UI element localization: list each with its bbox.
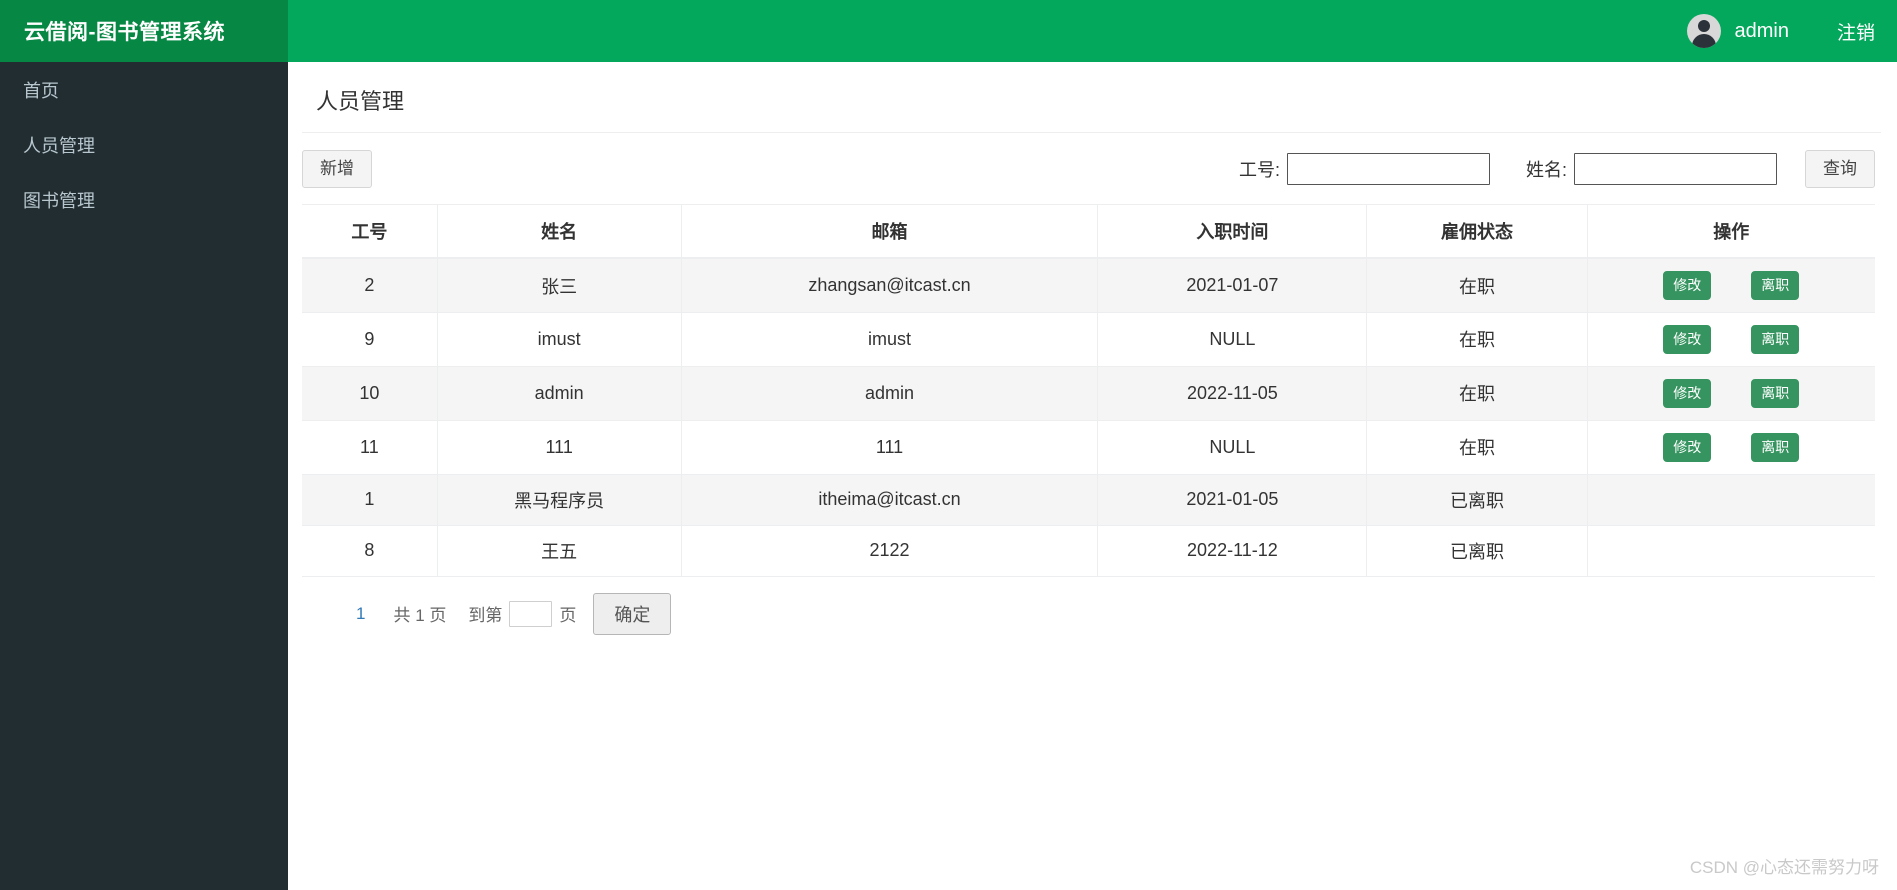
cell-status: 在职: [1366, 366, 1588, 421]
goto-suffix-label: 页: [559, 606, 577, 626]
cell-email: admin: [681, 366, 1099, 421]
cell-operations: 修改 离职: [1587, 312, 1875, 367]
cell-name: 王五: [437, 525, 682, 577]
logout-link[interactable]: 注销: [1837, 18, 1875, 45]
cell-email: imust: [681, 312, 1099, 367]
page-header: 人员管理: [302, 84, 1881, 133]
sidebar-item-label: 图书管理: [23, 190, 95, 211]
brand-title: 云借阅-图书管理系统: [24, 21, 225, 44]
sidebar-nav: 首页 人员管理 图书管理: [0, 62, 288, 890]
table-row: 11 111 111 NULL 在职 修改 离职: [302, 420, 1875, 475]
cell-name: 黑马程序员: [437, 474, 682, 526]
row-action-group: 修改 离职: [1594, 324, 1869, 354]
cell-name: admin: [437, 366, 682, 421]
add-button[interactable]: 新增: [302, 150, 372, 189]
table-body: 2 张三 zhangsan@itcast.cn 2021-01-07 在职 修改 离职 9 im…: [302, 258, 1875, 577]
cell-hire-date: 2022-11-05: [1097, 366, 1368, 421]
main-content: 人员管理 新增 工号: 姓名: 查询 工号 姓名 邮箱 入职时间 雇佣状态 操作…: [288, 62, 1897, 890]
sidebar-item-personnel[interactable]: 人员管理: [0, 117, 288, 172]
watermark-text: CSDN @心态还需努力呀: [1689, 858, 1879, 877]
table-row: 1 黑马程序员 itheima@itcast.cn 2021-01-05 已离职: [302, 474, 1875, 526]
toolbar: 新增 工号: 姓名: 查询: [288, 133, 1897, 189]
column-header-name: 姓名: [437, 204, 682, 260]
table-row: 9 imust imust NULL 在职 修改 离职: [302, 312, 1875, 367]
edit-button[interactable]: 修改: [1663, 324, 1712, 354]
goto-page-input[interactable]: [509, 600, 553, 627]
employee-id-input[interactable]: [1286, 153, 1490, 186]
edit-button[interactable]: 修改: [1663, 378, 1712, 408]
cell-hire-date: NULL: [1097, 312, 1368, 367]
cell-operations: 修改 离职: [1587, 420, 1875, 475]
column-header-operations: 操作: [1587, 204, 1875, 260]
sidebar-item-home[interactable]: 首页: [0, 62, 288, 117]
cell-employee-id: 1: [302, 474, 438, 526]
avatar-icon[interactable]: [1686, 14, 1721, 48]
table-row: 10 admin admin 2022-11-05 在职 修改 离职: [302, 366, 1875, 421]
cell-hire-date: 2021-01-05: [1097, 474, 1368, 526]
table-head: 工号 姓名 邮箱 入职时间 雇佣状态 操作: [302, 204, 1875, 260]
cell-hire-date: 2022-11-12: [1097, 525, 1368, 577]
cell-status: 已离职: [1366, 525, 1588, 577]
cell-email: itheima@itcast.cn: [681, 474, 1099, 526]
sidebar-item-books[interactable]: 图书管理: [0, 172, 288, 227]
name-input[interactable]: [1574, 153, 1777, 186]
edit-button[interactable]: 修改: [1663, 432, 1712, 462]
table-row: 2 张三 zhangsan@itcast.cn 2021-01-07 在职 修改 离职: [302, 258, 1875, 313]
goto-prefix-label: 到第: [468, 606, 503, 626]
cell-name: 111: [437, 420, 682, 475]
brand-logo-area[interactable]: 云借阅-图书管理系统: [0, 0, 288, 62]
sidebar-item-label: 人员管理: [23, 135, 95, 156]
cell-email: 2122: [681, 525, 1099, 577]
cell-operations: 修改 离职: [1587, 366, 1875, 421]
sidebar-item-label: 首页: [23, 80, 59, 101]
cell-status: 在职: [1366, 312, 1588, 367]
resign-button[interactable]: 离职: [1751, 324, 1800, 354]
confirm-page-button[interactable]: 确定: [593, 592, 672, 635]
cell-employee-id: 9: [302, 312, 438, 367]
total-pages-label: 共 1 页: [393, 606, 447, 626]
user-name-label: admin: [1734, 19, 1789, 42]
row-action-group: 修改 离职: [1594, 378, 1869, 408]
page-title: 人员管理: [316, 89, 405, 114]
resign-button[interactable]: 离职: [1751, 432, 1800, 462]
column-header-employee-id: 工号: [302, 204, 438, 260]
search-filter-group: 工号: 姓名: 查询: [1238, 150, 1875, 189]
cell-operations: 修改 离职: [1587, 258, 1875, 313]
cell-status: 在职: [1366, 420, 1588, 475]
row-action-group: 修改 离职: [1594, 271, 1869, 300]
cell-status: 在职: [1366, 258, 1588, 313]
cell-employee-id: 11: [302, 420, 438, 475]
cell-employee-id: 8: [302, 525, 438, 577]
employee-id-label: 工号:: [1238, 160, 1280, 181]
cell-email: zhangsan@itcast.cn: [681, 258, 1099, 313]
table-container: 工号 姓名 邮箱 入职时间 雇佣状态 操作 2 张三 zhangsan@itcast…: [302, 204, 1875, 577]
resign-button[interactable]: 离职: [1751, 271, 1800, 300]
user-area: admin 注销: [1686, 14, 1897, 48]
resign-button[interactable]: 离职: [1751, 378, 1800, 408]
table-row: 8 王五 2122 2022-11-12 已离职: [302, 525, 1875, 577]
cell-operations: [1587, 525, 1875, 577]
cell-name: imust: [437, 312, 682, 367]
cell-operations: [1587, 474, 1875, 526]
query-button[interactable]: 查询: [1805, 150, 1875, 189]
cell-status: 已离职: [1366, 474, 1588, 526]
row-action-group: 修改 离职: [1594, 432, 1869, 462]
column-header-status: 雇佣状态: [1366, 204, 1588, 260]
name-label: 姓名:: [1525, 160, 1567, 181]
edit-button[interactable]: 修改: [1663, 271, 1712, 300]
pagination: 1 共 1 页 到第 页 确定: [288, 577, 1897, 635]
cell-email: 111: [681, 420, 1099, 475]
personnel-table: 工号 姓名 邮箱 入职时间 雇佣状态 操作 2 张三 zhangsan@itcast…: [302, 204, 1875, 577]
cell-name: 张三: [437, 258, 682, 313]
top-header-bar: 云借阅-图书管理系统 admin 注销: [0, 0, 1897, 62]
cell-employee-id: 2: [302, 258, 438, 313]
cell-hire-date: NULL: [1097, 420, 1368, 475]
column-header-hire-date: 入职时间: [1097, 204, 1368, 260]
cell-employee-id: 10: [302, 366, 438, 421]
column-header-email: 邮箱: [681, 204, 1099, 260]
cell-hire-date: 2021-01-07: [1097, 258, 1368, 313]
table-header-row: 工号 姓名 邮箱 入职时间 雇佣状态 操作: [302, 204, 1875, 260]
page-number-1[interactable]: 1: [350, 604, 371, 624]
